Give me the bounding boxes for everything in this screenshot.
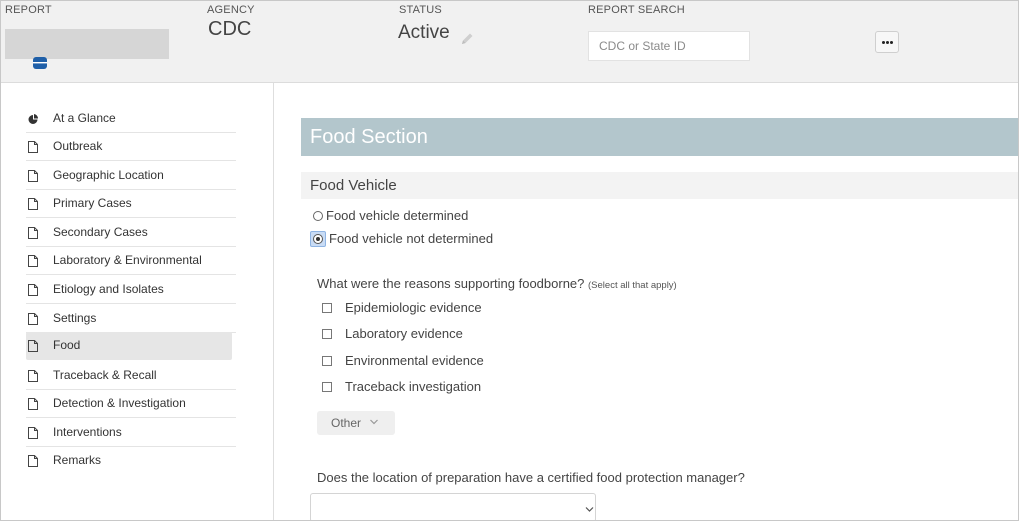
sidebar-item-label: Etiology and Isolates — [53, 282, 164, 296]
sidebar-item-at-a-glance[interactable]: At a Glance — [26, 105, 236, 133]
manager-select[interactable] — [310, 493, 596, 520]
status-label: STATUS — [399, 4, 442, 16]
status-value: Active — [398, 22, 450, 43]
checkbox-label: Laboratory evidence — [345, 326, 463, 341]
sidebar-item-primary-cases[interactable]: Primary Cases — [26, 190, 236, 218]
ellipsis-icon — [882, 41, 885, 44]
redacted-report-id — [5, 29, 169, 59]
file-icon — [28, 455, 38, 467]
checkbox[interactable] — [322, 329, 332, 339]
search-label: REPORT SEARCH — [588, 4, 685, 16]
sidebar-item-traceback-recall[interactable]: Traceback & Recall — [26, 362, 236, 390]
sidebar-item-label: Geographic Location — [53, 168, 164, 182]
sidebar-item-label: Traceback & Recall — [53, 368, 157, 382]
database-icon — [33, 57, 47, 69]
agency-label: AGENCY — [207, 4, 255, 16]
checkbox[interactable] — [322, 356, 332, 366]
sidebar-item-geographic-location[interactable]: Geographic Location — [26, 162, 236, 190]
sidebar-item-laboratory-environmental[interactable]: Laboratory & Environmental — [26, 247, 236, 275]
file-icon — [28, 398, 38, 410]
sidebar-item-label: Laboratory & Environmental — [53, 253, 202, 267]
sidebar-item-detection-investigation[interactable]: Detection & Investigation — [26, 390, 236, 418]
manager-question: Does the location of preparation have a … — [317, 470, 745, 485]
more-options-button[interactable] — [875, 31, 899, 53]
file-icon — [28, 227, 38, 239]
sidebar-item-label: Detection & Investigation — [53, 396, 186, 410]
file-icon — [28, 255, 38, 267]
radio-button-checked[interactable] — [313, 234, 323, 244]
sidebar-item-outbreak[interactable]: Outbreak — [26, 133, 236, 161]
sidebar-item-label: Food — [53, 338, 81, 352]
sidebar-item-interventions[interactable]: Interventions — [26, 419, 236, 447]
checkbox[interactable] — [322, 303, 332, 313]
sidebar-item-etiology-isolates[interactable]: Etiology and Isolates — [26, 276, 236, 304]
report-label: REPORT — [5, 4, 52, 16]
sidebar-item-label: At a Glance — [53, 111, 116, 125]
sidebar-item-secondary-cases[interactable]: Secondary Cases — [26, 219, 236, 247]
pie-chart-icon — [28, 114, 38, 124]
sidebar-item-label: Secondary Cases — [53, 225, 148, 239]
sidebar-item-label: Primary Cases — [53, 196, 132, 210]
checkbox-label: Epidemiologic evidence — [345, 300, 482, 315]
file-icon — [28, 370, 38, 382]
reasons-question-text: What were the reasons supporting foodbor… — [317, 276, 585, 291]
section-title: Food Section — [310, 126, 428, 148]
file-icon — [28, 340, 38, 352]
file-icon — [28, 170, 38, 182]
radio-label: Food vehicle determined — [326, 208, 469, 223]
file-icon — [28, 141, 38, 153]
chevron-down-icon — [585, 507, 594, 512]
chevron-down-icon — [370, 419, 378, 425]
radio-button[interactable] — [313, 211, 323, 221]
pencil-icon[interactable] — [459, 31, 475, 47]
section-header: Food Section — [301, 118, 1018, 156]
section-nav: At a Glance Outbreak Geographic Location… — [1, 83, 274, 520]
radio-label: Food vehicle not determined — [329, 231, 494, 246]
checkbox-label: Environmental evidence — [345, 353, 484, 368]
sidebar-item-label: Settings — [53, 311, 97, 325]
report-search-input[interactable] — [588, 31, 750, 61]
other-button-label: Other — [331, 416, 362, 430]
sidebar-item-remarks[interactable]: Remarks — [26, 447, 236, 475]
sidebar-item-settings[interactable]: Settings — [26, 305, 236, 333]
file-icon — [28, 284, 38, 296]
app-window: REPORT AGENCY CDC STATUS Active REPORT S… — [0, 0, 1019, 521]
reasons-hint: (Select all that apply) — [588, 280, 677, 291]
checkbox-label: Traceback investigation — [345, 379, 482, 394]
sidebar-item-label: Interventions — [53, 425, 122, 439]
sidebar-item-label: Outbreak — [53, 139, 103, 153]
file-icon — [28, 427, 38, 439]
subsection-header: Food Vehicle — [301, 172, 1018, 199]
subsection-title: Food Vehicle — [310, 177, 397, 194]
checkbox[interactable] — [322, 382, 332, 392]
reasons-question: What were the reasons supporting foodbor… — [317, 276, 677, 291]
file-icon — [28, 313, 38, 325]
agency-value: CDC — [208, 18, 252, 40]
file-icon — [28, 198, 38, 210]
sidebar-item-label: Remarks — [53, 453, 102, 467]
sidebar-item-food[interactable]: Food — [26, 332, 232, 360]
report-header: REPORT AGENCY CDC STATUS Active REPORT S… — [1, 1, 1018, 83]
other-dropdown-button[interactable]: Other — [317, 411, 395, 435]
